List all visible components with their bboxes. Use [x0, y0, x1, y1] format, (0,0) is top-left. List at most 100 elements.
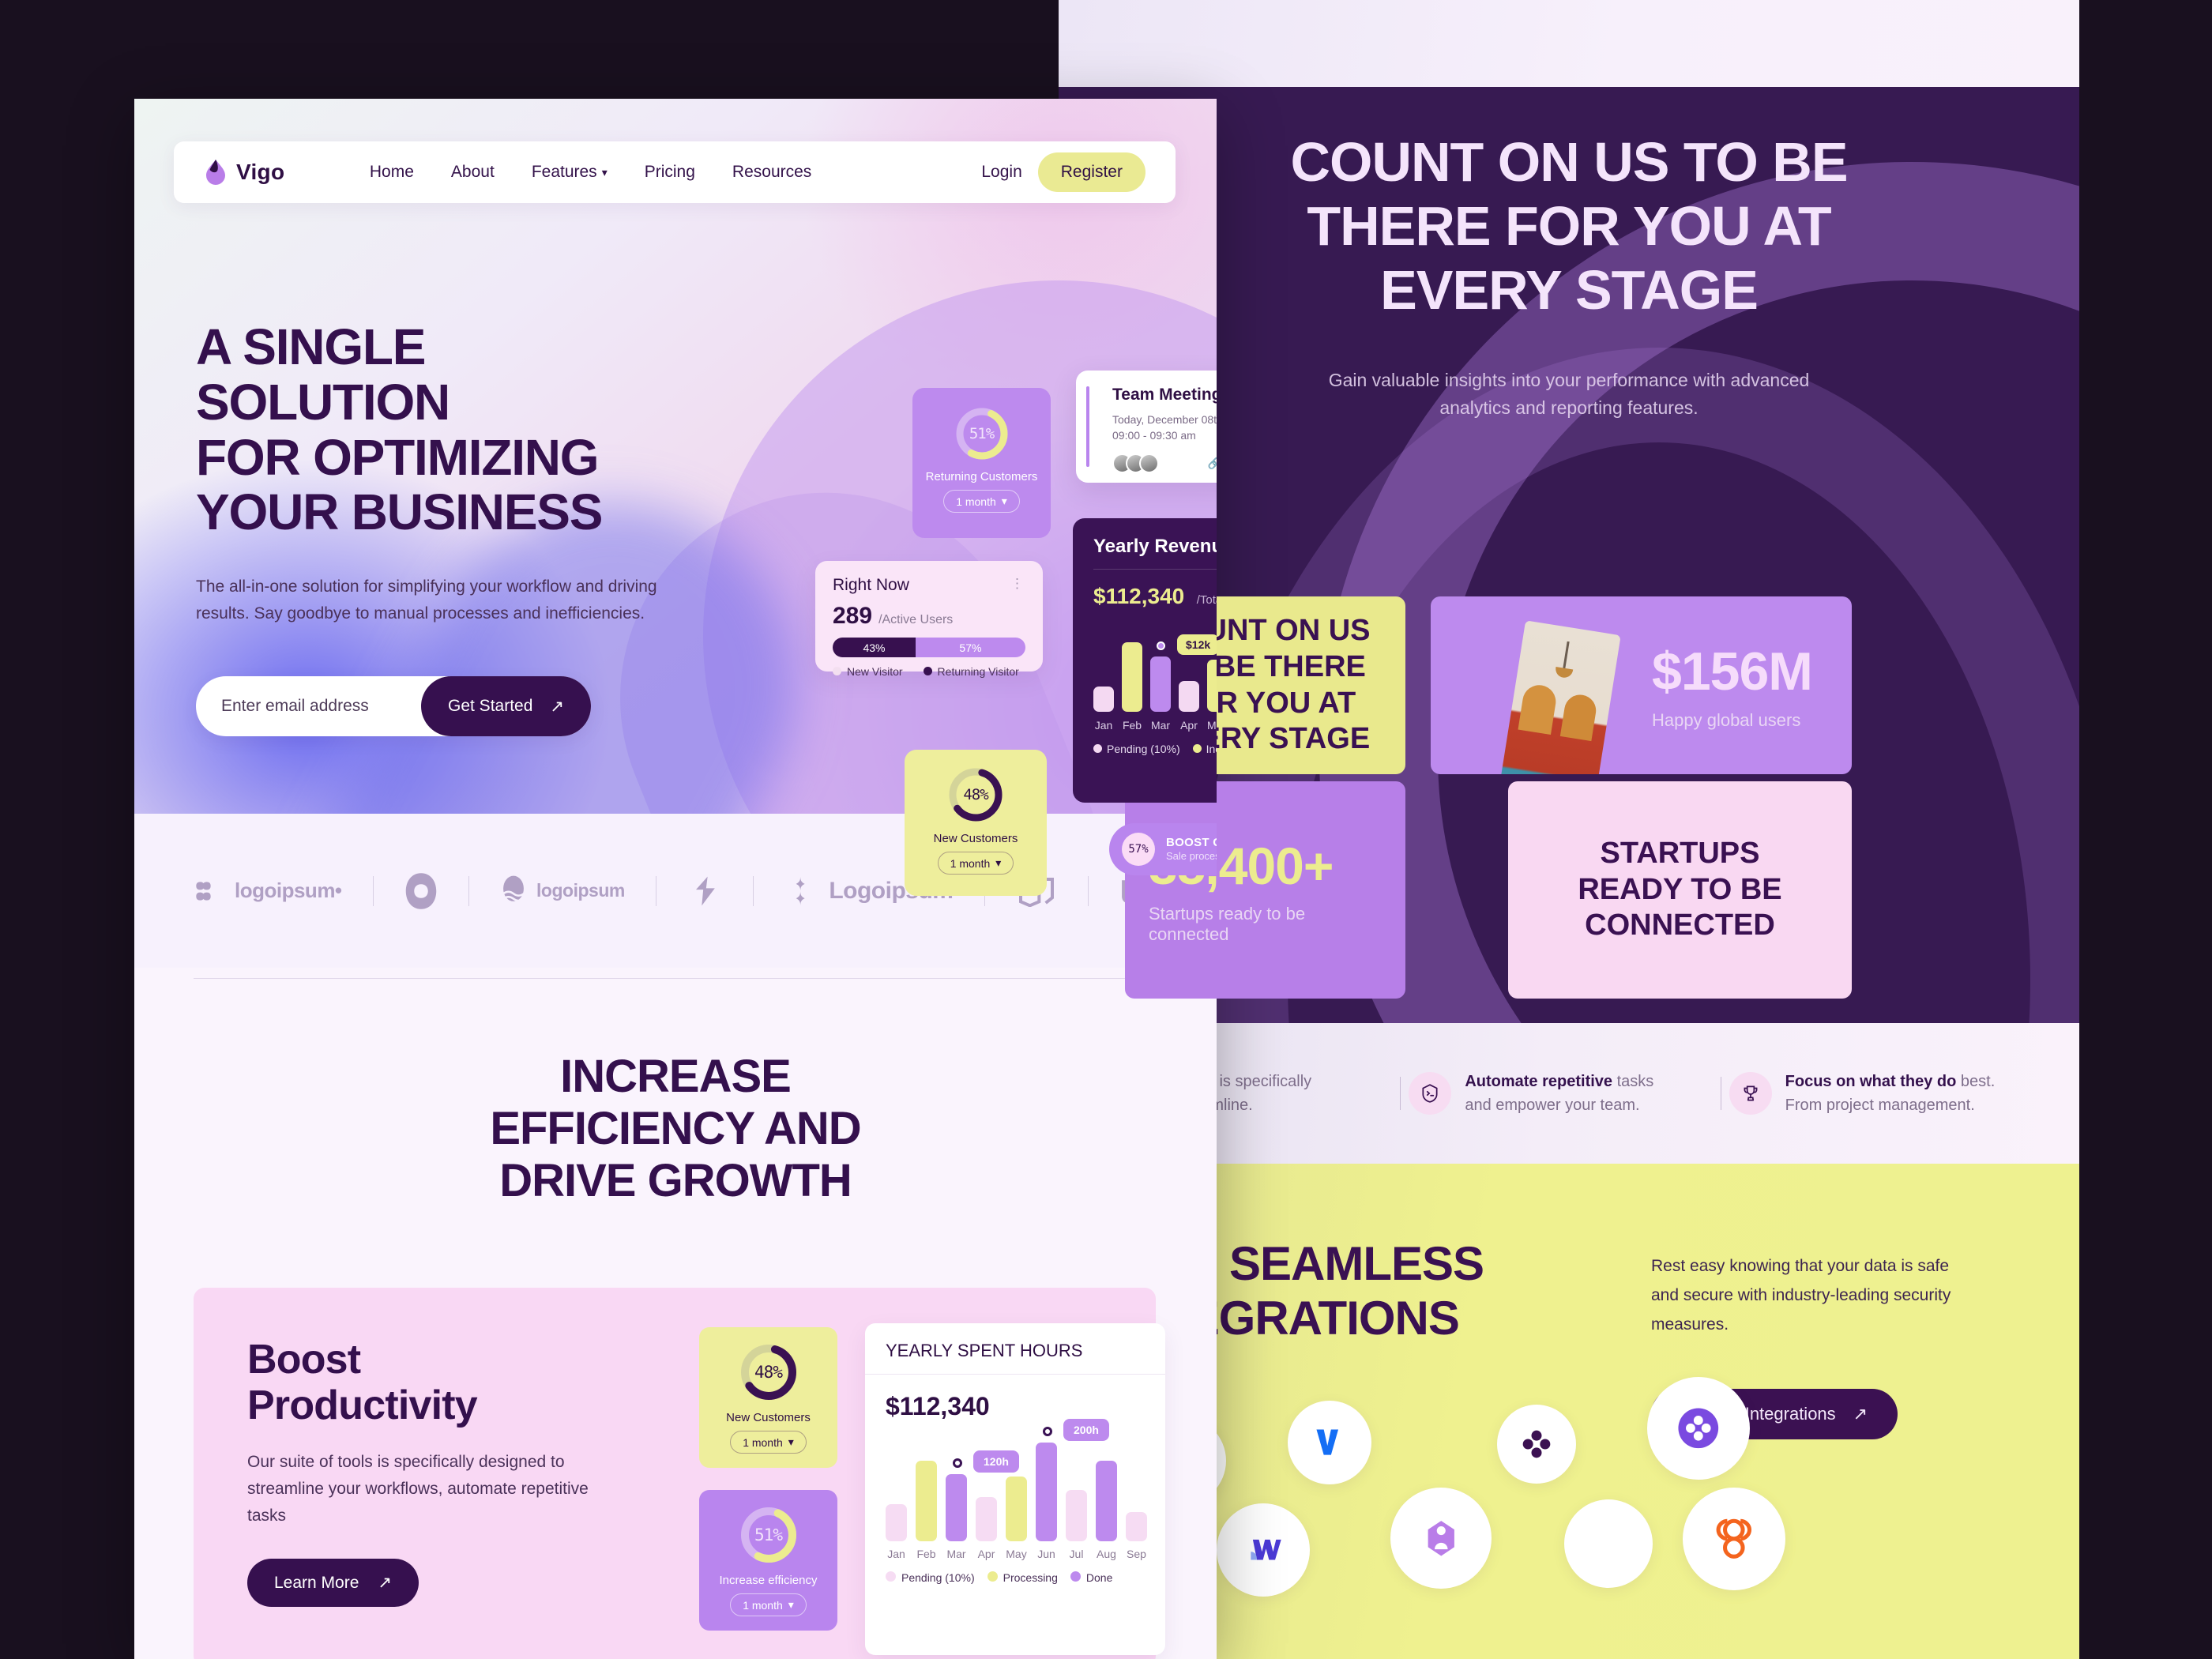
top-navigation: Vigo Home About Features ▾ Pricing Resour…: [174, 141, 1176, 203]
yearly-revenue-total: $112,340: [1093, 584, 1185, 608]
logo-divider: [468, 875, 469, 906]
feature-text-2: Automate repetitive tasks and empower yo…: [1465, 1070, 1653, 1117]
brand-name: Vigo: [236, 160, 285, 184]
login-link[interactable]: Login: [981, 163, 1021, 182]
stat-card-startups-count[interactable]: 35,400+ Startups ready to be connected: [1125, 781, 1405, 999]
integration-logo-4[interactable]: [1288, 1401, 1371, 1484]
right-now-unit: /Active Users: [878, 613, 954, 626]
legend-processing: Processing: [987, 1571, 1058, 1584]
email-input[interactable]: Enter email address: [221, 697, 421, 716]
brand-logo[interactable]: Vigo: [204, 159, 284, 186]
annotation-jun: 200h: [1063, 1419, 1109, 1441]
xtick-feb: Feb: [916, 1548, 936, 1560]
returning-customers-label: Returning Customers: [925, 470, 1038, 483]
legend-returning-visitor-label: Returning Visitor: [937, 665, 1019, 678]
stat-card-happy-users[interactable]: $156M Happy global users: [1431, 596, 1852, 774]
efficiency-section: INCREASE EFFICIENCY AND DRIVE GROWTH Boo…: [134, 1007, 1217, 1659]
boost-productivity-title: Boost Productivity: [247, 1337, 658, 1428]
right-panel-top-strip: [1059, 0, 2079, 87]
annotation-dot-jun: [1042, 1427, 1052, 1436]
hero-title-line4: YOUR BUSINESS: [196, 483, 603, 541]
nav-item-pricing[interactable]: Pricing: [645, 163, 695, 182]
spent-hours-legend: Pending (10%) Processing Done: [886, 1571, 1165, 1584]
integration-logo-6[interactable]: [1497, 1405, 1576, 1484]
mini-card-increase-efficiency[interactable]: 51% Increase efficiency 1 month ▾: [699, 1490, 837, 1631]
right-stat-cards: COUNT ON US TO BE THERE FOR YOU AT EVERY…: [1125, 596, 1852, 999]
card-yearly-revenue[interactable]: Yearly Revenue $112,340 /Total Revenue $…: [1073, 518, 1217, 803]
mini-card-new-customers[interactable]: 48% New Customers 1 month ▾: [699, 1327, 837, 1468]
chevron-down-icon: ▾: [788, 1435, 794, 1448]
mini-new-customers-period[interactable]: 1 month ▾: [730, 1431, 807, 1454]
card-returning-customers[interactable]: 51% Returning Customers 1 month ▾: [912, 388, 1051, 538]
legend-label: Done: [1085, 1571, 1113, 1584]
mini-new-customers-donut: 48%: [738, 1341, 799, 1403]
boost-title-line2: Productivity: [247, 1382, 478, 1429]
integration-logo-5[interactable]: [1390, 1488, 1492, 1589]
feature-divider-1: [1400, 1077, 1401, 1110]
integration-logo-7[interactable]: [1564, 1499, 1653, 1588]
card-yearly-spent-hours[interactable]: YEARLY SPENT HOURS $112,340 120h 200h Jan…: [865, 1323, 1165, 1655]
right-now-b-pct: 57%: [915, 638, 1025, 657]
annotation-dot-mar: [1157, 641, 1165, 651]
spent-hours-xaxis: Jan Feb Mar Apr May Jun Jul Aug Sep: [886, 1548, 1165, 1560]
nav-links: Home About Features ▾ Pricing Resources: [370, 163, 811, 182]
feature-1-rest: is specifically: [1214, 1073, 1312, 1090]
right-hero-title: COUNT ON US TO BE THERE FOR YOU AT EVERY…: [1059, 130, 2079, 323]
xtick-mar: Mar: [1150, 719, 1171, 732]
xtick-jun: Jun: [1037, 1548, 1055, 1560]
nav-item-about[interactable]: About: [451, 163, 495, 182]
feature-2-rest: tasks: [1612, 1073, 1654, 1090]
meeting-date: Today, December 08th: [1112, 413, 1217, 426]
new-customers-label: New Customers: [933, 832, 1018, 845]
stat-card-pink[interactable]: STARTUPS READY TO BE CONNECTED: [1508, 781, 1852, 999]
integration-logo-9[interactable]: [1683, 1488, 1785, 1590]
hero-title-line1: A SINGLE: [196, 318, 426, 375]
nav-item-about-label: About: [450, 163, 495, 181]
mini-new-customers-period-label: 1 month: [743, 1435, 783, 1449]
returning-customers-period[interactable]: 1 month ▾: [943, 490, 1020, 513]
card-team-meeting[interactable]: Team Meeting ⋮ Today, December 08th 09:0…: [1076, 371, 1217, 483]
nav-actions: Login Register: [981, 152, 1146, 192]
new-customers-donut: 48%: [946, 766, 1005, 824]
xtick-jul: Jul: [1069, 1548, 1084, 1560]
legend-income: Income: [1192, 743, 1217, 755]
right-hero-title-line2: THERE FOR YOU AT: [1307, 195, 1831, 258]
bar-jan: [886, 1503, 907, 1541]
nav-item-resources[interactable]: Resources: [732, 163, 811, 182]
card-new-customers[interactable]: 48% New Customers 1 month ▾: [905, 750, 1047, 896]
happy-users-label: Happy global users: [1652, 709, 1801, 730]
integration-logo-3[interactable]: [1217, 1503, 1310, 1597]
meeting-accent-bar: [1086, 386, 1089, 467]
nav-item-home[interactable]: Home: [370, 163, 414, 182]
new-customers-period[interactable]: 1 month ▾: [937, 852, 1014, 875]
feature-item-3: Focus on what they do best. From project…: [1729, 1070, 2033, 1117]
right-now-value: 289: [833, 603, 873, 629]
learn-more-button[interactable]: Learn More ↗: [247, 1559, 419, 1608]
feature-2-line2: and empower your team.: [1465, 1097, 1640, 1114]
boost-title-line1: Boost: [247, 1337, 361, 1382]
meeting-time: 09:00 - 09:30 am: [1112, 429, 1196, 442]
card-boost-growth[interactable]: 57% BOOST GROWTH Sale process: [1109, 823, 1217, 875]
bar-may: [1207, 659, 1217, 712]
card-right-now[interactable]: Right Now ⋮ 289 /Active Users 43% 57% Ne…: [815, 561, 1043, 678]
get-started-button[interactable]: Get Started ↗: [421, 676, 591, 737]
integrations-paragraph: Rest easy knowing that your data is safe…: [1651, 1257, 1951, 1334]
right-hero-title-line1: COUNT ON US TO BE: [1290, 131, 1848, 193]
legend-label: Pending (10%): [1107, 743, 1180, 755]
annotation-dot-mar: [952, 1458, 962, 1468]
returning-customers-donut: 51%: [954, 405, 1010, 462]
mini-increase-efficiency-period[interactable]: 1 month ▾: [730, 1593, 807, 1616]
arrow-up-right-icon: ↗: [1853, 1404, 1868, 1424]
feature-3-line2: From project management.: [1785, 1097, 1975, 1114]
boost-productivity-copy: Boost Productivity Our suite of tools is…: [247, 1337, 658, 1659]
integration-logo-8[interactable]: [1647, 1377, 1750, 1480]
legend-label: Pending (10%): [901, 1571, 975, 1584]
yearly-revenue-title: Yearly Revenue: [1093, 536, 1217, 570]
meeting-datetime: Today, December 08th 09:00 - 09:30 am: [1112, 412, 1217, 444]
kebab-menu-icon[interactable]: ⋮: [1010, 576, 1025, 592]
right-hero-title-line3: EVERY STAGE: [1380, 259, 1759, 322]
mini-new-customers-pct: 48%: [754, 1363, 783, 1382]
nav-item-features[interactable]: Features ▾: [532, 163, 608, 182]
pink-line1: STARTUPS: [1600, 837, 1760, 871]
register-button[interactable]: Register: [1037, 152, 1146, 192]
